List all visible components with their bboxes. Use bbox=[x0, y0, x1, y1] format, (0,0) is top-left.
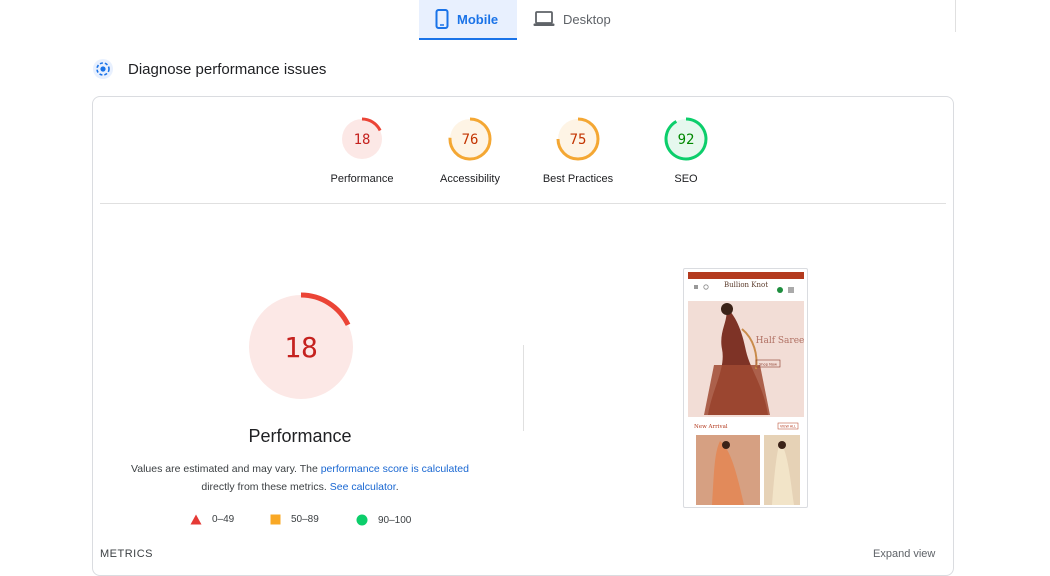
category-gauge-seo[interactable]: 92 SEO bbox=[636, 116, 736, 185]
header-divider bbox=[955, 0, 956, 32]
legend-average-label: 50–89 bbox=[291, 514, 319, 525]
accessibility-gauge-score: 76 bbox=[462, 132, 479, 148]
performance-gauge-score: 18 bbox=[354, 132, 371, 148]
best-practices-gauge-score: 75 bbox=[570, 132, 587, 148]
legend-fail-label: 0–49 bbox=[212, 514, 235, 525]
vertical-divider bbox=[523, 345, 524, 431]
tab-desktop-label: Desktop bbox=[563, 11, 611, 27]
report-card bbox=[92, 96, 954, 576]
laptop-icon bbox=[533, 11, 555, 26]
diagnose-title: Diagnose performance issues bbox=[128, 60, 327, 78]
triangle-icon bbox=[190, 514, 202, 525]
diagnose-icon bbox=[93, 59, 113, 79]
tab-mobile-label: Mobile bbox=[457, 11, 499, 27]
accessibility-label: Accessibility bbox=[440, 173, 500, 185]
tab-desktop[interactable]: Desktop bbox=[517, 0, 627, 38]
seo-label: SEO bbox=[674, 173, 698, 185]
legend-fail: 0–49 bbox=[190, 514, 234, 525]
screenshot-promo: Half Saree bbox=[756, 336, 805, 346]
performance-label: Performance bbox=[330, 173, 394, 185]
performance-main-label: Performance bbox=[248, 426, 352, 446]
seo-gauge-score: 92 bbox=[678, 132, 695, 148]
screenshot-brand: Bullion Knot bbox=[724, 281, 768, 289]
phone-icon bbox=[435, 9, 449, 29]
diagnose-header: Diagnose performance issues bbox=[92, 58, 326, 80]
category-gauge-performance[interactable]: 18 Performance bbox=[312, 116, 412, 185]
score-description: Values are estimated and may vary. The p… bbox=[120, 460, 480, 496]
screenshot-view-all: VIEW ALL bbox=[780, 425, 796, 429]
square-icon bbox=[270, 514, 281, 525]
category-gauge-accessibility[interactable]: 76 Accessibility bbox=[420, 116, 520, 185]
legend-pass: 90–100 bbox=[356, 514, 411, 526]
page-screenshot: Bullion Knot Half Saree Shop Now New Arr… bbox=[683, 268, 808, 508]
description-text-3: . bbox=[395, 481, 399, 493]
screenshot-section: New Arrival bbox=[694, 424, 728, 430]
main-performance-gauge-score: 18 bbox=[284, 331, 318, 364]
performance-main-gauge: 18 bbox=[249, 292, 353, 399]
section-divider bbox=[100, 203, 946, 204]
screenshot-image: Bullion Knot Half Saree Shop Now New Arr… bbox=[688, 272, 805, 505]
description-text-1: Values are estimated and may vary. The bbox=[131, 463, 321, 475]
category-gauge-best-practices[interactable]: 75 Best Practices bbox=[528, 116, 628, 185]
tab-mobile[interactable]: Mobile bbox=[419, 0, 517, 40]
metrics-header: METRICS bbox=[100, 548, 153, 560]
see-calculator-link[interactable]: See calculator bbox=[330, 481, 396, 493]
circle-icon bbox=[356, 514, 368, 526]
seo-gauge-svg: 92 bbox=[664, 117, 708, 161]
description-text-2: directly from these metrics. bbox=[201, 481, 330, 493]
expand-view-button[interactable]: Expand view bbox=[873, 548, 935, 560]
best-practices-gauge-svg: 75 bbox=[556, 117, 600, 161]
accessibility-gauge-svg: 76 bbox=[448, 117, 492, 161]
screenshot-shop-button: Shop Now bbox=[759, 363, 777, 367]
best-practices-label: Best Practices bbox=[542, 173, 614, 185]
performance-score-link[interactable]: performance score is calculated bbox=[321, 463, 469, 475]
performance-gauge-svg: 18 bbox=[342, 117, 382, 159]
legend-pass-label: 90–100 bbox=[378, 514, 412, 526]
legend-average: 50–89 bbox=[270, 514, 319, 525]
device-tabs: Mobile Desktop bbox=[419, 0, 627, 40]
